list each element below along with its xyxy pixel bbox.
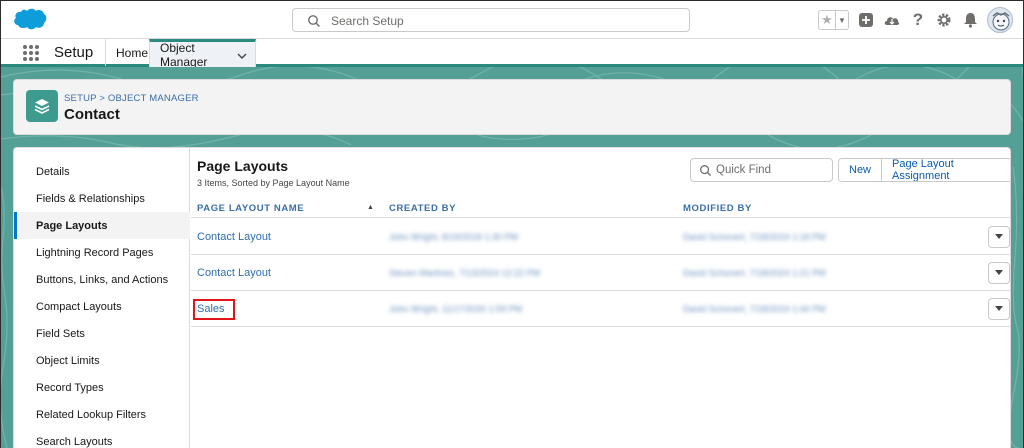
tab-object-manager-label: Object Manager bbox=[160, 40, 208, 69]
quick-find-placeholder: Quick Find bbox=[716, 164, 771, 176]
sidebar-item-page-layouts[interactable]: Page Layouts bbox=[14, 212, 190, 239]
sidebar-item-fields-relationships[interactable]: Fields & Relationships bbox=[14, 185, 190, 212]
created-by-cell[interactable]: Steven Martinez, 7/13/2024 12:22 PM bbox=[389, 268, 540, 278]
bell-icon[interactable] bbox=[961, 11, 979, 29]
help-icon[interactable]: ? bbox=[909, 10, 927, 29]
sidebar-item-lightning-record-pages[interactable]: Lightning Record Pages bbox=[14, 239, 190, 266]
search-placeholder: Search Setup bbox=[331, 14, 404, 28]
chevron-down-icon bbox=[995, 234, 1003, 239]
created-by-cell[interactable]: John Wright, 11/17/2020 1:59 PM bbox=[389, 304, 522, 314]
object-manager-layers-icon bbox=[26, 90, 58, 122]
context-bar: Setup Home Object Manager bbox=[1, 39, 1023, 69]
modified-by-cell[interactable]: David Schonert, 7/18/2024 1:44 PM bbox=[683, 304, 826, 314]
favorites-star-icon[interactable]: ★ bbox=[819, 11, 836, 29]
search-icon bbox=[308, 15, 320, 27]
modified-by-cell[interactable]: David Schonert, 7/18/2024 1:18 PM bbox=[683, 232, 826, 242]
page-layout-assignment-button[interactable]: Page Layout Assignment bbox=[882, 159, 1010, 181]
sidebar-item-field-sets[interactable]: Field Sets bbox=[14, 320, 190, 347]
sidebar-item-related-lookup-filters[interactable]: Related Lookup Filters bbox=[14, 401, 190, 428]
sidebar-item-label: Field Sets bbox=[36, 327, 85, 340]
header-utility-icons: ★ ▼ ? bbox=[818, 6, 1013, 34]
app-name: Setup bbox=[54, 44, 94, 61]
sidebar-item-label: Object Limits bbox=[36, 354, 100, 367]
main-panel: Details Fields & Relationships Page Layo… bbox=[13, 147, 1011, 448]
column-header-page-layout-name[interactable]: PAGE LAYOUT NAME bbox=[197, 203, 304, 214]
sidebar-item-label: Details bbox=[36, 165, 70, 178]
table-row: Sales John Wright, 11/17/2020 1:59 PM Da… bbox=[191, 291, 1010, 327]
add-icon[interactable] bbox=[857, 11, 875, 29]
chevron-down-icon bbox=[995, 270, 1003, 275]
layout-name-link[interactable]: Contact Layout bbox=[197, 267, 271, 279]
sort-ascending-icon[interactable]: ▲ bbox=[367, 204, 374, 211]
page-layouts-content: Page Layouts 3 Items, Sorted by Page Lay… bbox=[191, 148, 1010, 448]
sidebar-item-label: Fields & Relationships bbox=[36, 192, 145, 205]
sidebar-item-label: Search Layouts bbox=[36, 435, 113, 448]
table-header: PAGE LAYOUT NAME ▲ CREATED BY MODIFIED B… bbox=[191, 198, 1010, 218]
trailhead-icon[interactable] bbox=[883, 11, 901, 29]
chevron-down-icon bbox=[995, 306, 1003, 311]
tab-object-manager[interactable]: Object Manager bbox=[149, 39, 256, 69]
chevron-down-icon[interactable] bbox=[237, 51, 247, 61]
quick-find-input[interactable]: Quick Find bbox=[690, 158, 833, 182]
sidebar-item-label: Buttons, Links, and Actions bbox=[36, 273, 169, 286]
sidebar-item-label: Related Lookup Filters bbox=[36, 408, 147, 421]
salesforce-logo[interactable] bbox=[13, 7, 47, 31]
row-actions-button[interactable] bbox=[988, 298, 1010, 320]
row-actions-button[interactable] bbox=[988, 262, 1010, 284]
table-row: Contact Layout John Wright, 8/19/2018 1:… bbox=[191, 219, 1010, 255]
search-icon bbox=[700, 165, 712, 177]
section-subtitle: 3 Items, Sorted by Page Layout Name bbox=[197, 178, 350, 188]
sidebar-item-search-layouts[interactable]: Search Layouts bbox=[14, 428, 190, 448]
app-launcher-icon[interactable] bbox=[23, 45, 39, 61]
sidebar-item-compact-layouts[interactable]: Compact Layouts bbox=[14, 293, 190, 320]
highlight-box bbox=[193, 299, 235, 320]
row-actions-button[interactable] bbox=[988, 226, 1010, 248]
created-by-cell[interactable]: John Wright, 8/19/2018 1:30 PM bbox=[389, 232, 518, 242]
object-sidebar: Details Fields & Relationships Page Layo… bbox=[14, 148, 190, 448]
modified-by-cell[interactable]: David Schonert, 7/18/2024 1:21 PM bbox=[683, 268, 826, 278]
layout-name-link[interactable]: Contact Layout bbox=[197, 231, 271, 243]
sidebar-item-label: Page Layouts bbox=[36, 219, 108, 232]
column-header-modified-by[interactable]: MODIFIED BY bbox=[683, 203, 752, 214]
page-title: Contact bbox=[64, 106, 120, 123]
sidebar-item-record-types[interactable]: Record Types bbox=[14, 374, 190, 401]
section-title: Page Layouts bbox=[197, 158, 289, 174]
sidebar-item-label: Record Types bbox=[36, 381, 104, 394]
global-search-input[interactable]: Search Setup bbox=[292, 8, 690, 32]
new-button[interactable]: New bbox=[839, 159, 883, 181]
breadcrumb[interactable]: SETUP > OBJECT MANAGER bbox=[64, 93, 199, 104]
avatar[interactable] bbox=[987, 7, 1013, 33]
sidebar-item-object-limits[interactable]: Object Limits bbox=[14, 347, 190, 374]
sidebar-item-label: Compact Layouts bbox=[36, 300, 122, 313]
gear-icon[interactable] bbox=[935, 11, 953, 29]
sidebar-item-buttons-links-actions[interactable]: Buttons, Links, and Actions bbox=[14, 266, 190, 293]
sidebar-item-label: Lightning Record Pages bbox=[36, 246, 154, 259]
tab-home-label: Home bbox=[116, 45, 149, 60]
action-buttons: New Page Layout Assignment bbox=[838, 158, 1010, 182]
favorites-group: ★ ▼ bbox=[818, 10, 849, 30]
global-header: Search Setup ★ ▼ ? bbox=[1, 1, 1023, 39]
object-header: SETUP > OBJECT MANAGER Contact bbox=[13, 79, 1011, 135]
table-row: Contact Layout Steven Martinez, 7/13/202… bbox=[191, 255, 1010, 291]
sidebar-item-details[interactable]: Details bbox=[14, 158, 190, 185]
column-header-created-by[interactable]: CREATED BY bbox=[389, 203, 456, 214]
favorites-menu-icon[interactable]: ▼ bbox=[836, 11, 848, 29]
